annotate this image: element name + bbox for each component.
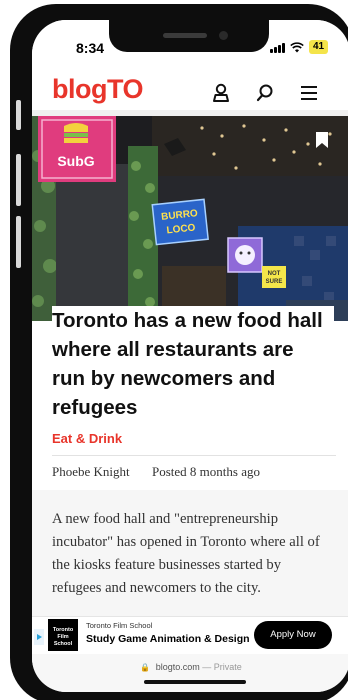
volume-up-button bbox=[16, 154, 21, 206]
divider bbox=[52, 455, 336, 456]
hero-image[interactable]: SubG BURRO LOCO NOT SURE bbox=[32, 116, 348, 321]
notch bbox=[109, 20, 269, 52]
status-time: 8:34 bbox=[76, 40, 105, 56]
hamburger-menu-icon[interactable] bbox=[298, 82, 320, 104]
signal-icon bbox=[270, 42, 285, 53]
site-header: blogTO bbox=[32, 70, 348, 116]
bookmark-icon[interactable] bbox=[315, 132, 329, 148]
ad-advertiser: Toronto Film School bbox=[86, 621, 153, 630]
private-mode-label: Private bbox=[213, 662, 242, 672]
ad-banner[interactable]: Toronto Film School Toronto Film School … bbox=[32, 616, 348, 654]
lock-icon: 🔒 bbox=[140, 663, 151, 672]
speaker-grille bbox=[163, 33, 207, 38]
browser-address-bar[interactable]: 🔒 blogto.com — Private bbox=[32, 654, 348, 692]
status-bar: 8:34 41 bbox=[32, 20, 348, 70]
battery-icon: 41 bbox=[309, 40, 329, 54]
ad-headline[interactable]: Study Game Animation & Design bbox=[86, 633, 250, 645]
url-separator: — bbox=[202, 662, 212, 672]
apply-now-button[interactable]: Apply Now bbox=[254, 621, 332, 649]
toronto-film-school-logo: Toronto Film School bbox=[48, 619, 78, 651]
screen: 8:34 41 blogTO SubG BURRO LOCO NOT SURE … bbox=[32, 20, 348, 692]
article-body: A new food hall and "entrepreneurship in… bbox=[52, 511, 320, 596]
phone-frame: 8:34 41 blogTO SubG BURRO LOCO NOT SURE … bbox=[10, 4, 348, 700]
food-hall-photo: SubG BURRO LOCO NOT SURE bbox=[32, 116, 348, 321]
search-icon[interactable] bbox=[254, 82, 276, 104]
mute-switch bbox=[16, 100, 21, 130]
front-camera bbox=[219, 31, 228, 40]
article-headline: Toronto has a new food hall where all re… bbox=[52, 306, 334, 422]
user-icon[interactable] bbox=[210, 82, 232, 104]
not-sure-sign-line2: SURE bbox=[266, 279, 283, 285]
volume-down-button bbox=[16, 216, 21, 268]
post-date: Posted 8 months ago bbox=[152, 464, 260, 479]
blogto-logo[interactable]: blogTO bbox=[52, 74, 144, 105]
wifi-icon bbox=[290, 41, 304, 52]
category-link[interactable]: Eat & Drink bbox=[52, 431, 122, 446]
not-sure-sign-line1: NOT bbox=[268, 271, 281, 277]
ad-choices-icon[interactable] bbox=[34, 629, 44, 645]
ad-logo-line1: Toronto bbox=[52, 627, 74, 633]
ad-logo-line2: Film bbox=[57, 634, 69, 640]
subg-sign-text: SubG bbox=[57, 153, 94, 169]
url-domain: blogto.com bbox=[155, 662, 200, 672]
ad-logo-line3: School bbox=[53, 641, 73, 647]
status-icons: 41 bbox=[270, 40, 329, 54]
home-indicator[interactable] bbox=[144, 680, 246, 684]
article-body-section: A new food hall and "entrepreneurship in… bbox=[32, 490, 348, 630]
url-display[interactable]: 🔒 blogto.com — Private bbox=[32, 662, 348, 672]
author-name[interactable]: Phoebe Knight bbox=[52, 464, 130, 480]
